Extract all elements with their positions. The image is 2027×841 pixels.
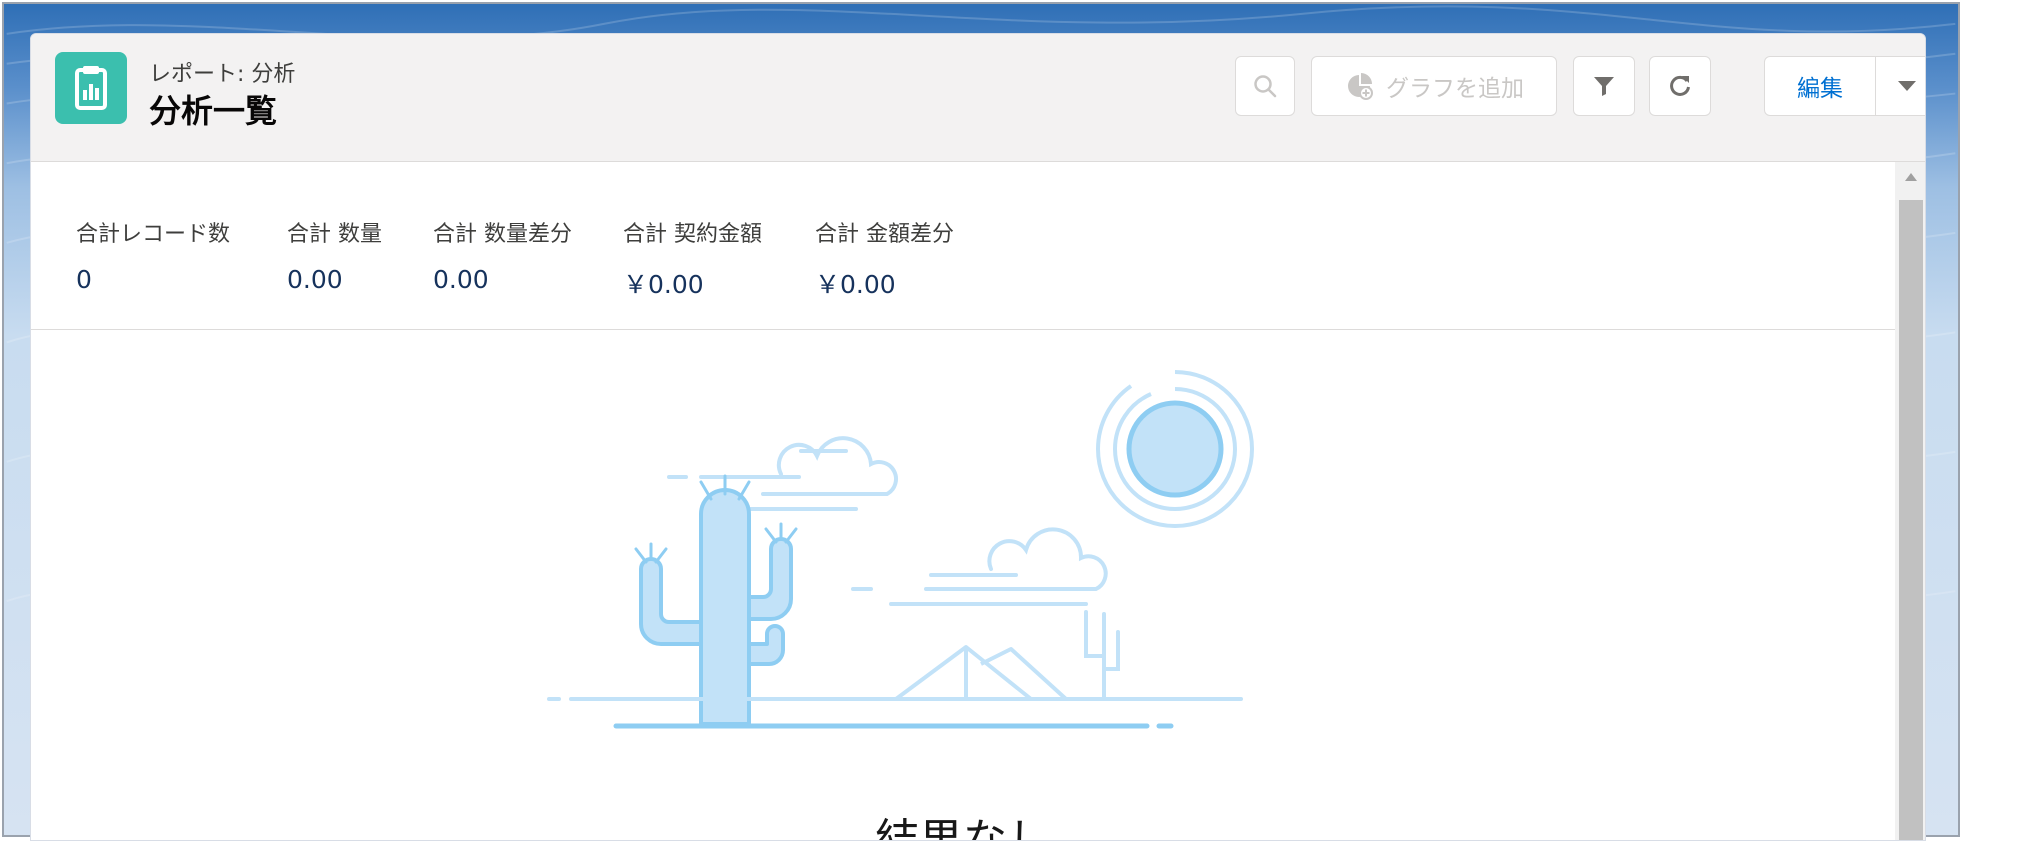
ground-lines [547,697,1243,729]
mountains [894,645,1068,701]
metric-label: 合計 数量 [287,222,382,247]
metric-value: 0 [76,265,92,294]
report-icon [55,52,127,124]
refresh-icon [1670,75,1690,96]
screenshot-stage: レポート: 分析 分析一覧 グラフを追加 編集 合計レコード数 0 合計 数量 … [0,0,2027,841]
metric-label: 合計 数量差分 [433,222,572,247]
vertical-scrollbar[interactable] [1895,162,1925,840]
search-button[interactable] [1235,56,1295,116]
scroll-up-icon [1905,173,1917,181]
sun-graphic [1096,370,1254,528]
cloud-upper [667,436,898,511]
edit-button-group: 編集 [1764,56,1925,116]
metric-value: ￥0.00 [623,270,704,299]
object-type-label: レポート: 分析 [149,62,296,87]
add-chart-label: グラフを追加 [1386,76,1524,102]
metric-value: 0.00 [287,265,343,294]
metric-value: ￥0.00 [815,270,896,299]
chart-icon [1348,73,1373,100]
metric-label: 合計レコード数 [76,222,231,247]
edit-button[interactable]: 編集 [1765,57,1876,115]
page-title: 分析一覧 [149,92,278,130]
add-chart-button[interactable]: グラフを追加 [1311,56,1557,116]
report-header: レポート: 分析 分析一覧 グラフを追加 編集 [31,34,1925,162]
refresh-button[interactable] [1649,56,1711,116]
desert-illustration [547,370,1254,729]
scroll-up-button[interactable] [1895,162,1925,192]
filter-icon [1594,77,1614,96]
metric-label: 合計 契約金額 [623,222,762,247]
filter-button[interactable] [1573,56,1635,116]
metric-label: 合計 金額差分 [815,222,954,247]
empty-state-message: 結果なし [875,815,1051,841]
chevron-down-icon [1898,81,1916,91]
more-actions-button[interactable] [1876,57,1925,115]
summary-metrics: 合計レコード数 0 合計 数量 0.00 合計 数量差分 0.00 合計 契約金… [31,162,1895,330]
cactus-large [639,488,793,726]
cactus-small [1084,610,1120,701]
cloud-lower [851,527,1108,606]
metric-value: 0.00 [433,265,489,294]
edit-label: 編集 [1797,76,1843,102]
report-card: レポート: 分析 分析一覧 グラフを追加 編集 合計レコード数 0 合計 数量 … [30,33,1926,841]
scrollbar-thumb[interactable] [1899,200,1923,840]
search-icon [1254,75,1277,98]
